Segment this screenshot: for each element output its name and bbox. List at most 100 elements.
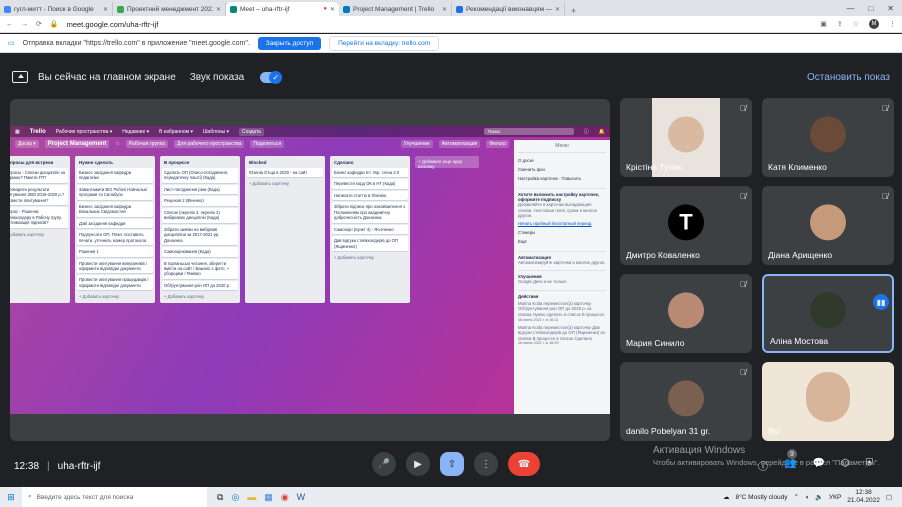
trello-card[interactable]: Самооцін (пункт 4) - Ясніченко	[332, 224, 408, 235]
add-list-button[interactable]: + Добавьте еще одну колонку	[415, 156, 479, 169]
trello-card[interactable]: Обґрунтування рон ОП до 2020 р.	[162, 280, 238, 291]
new-tab-icon[interactable]: +	[565, 6, 582, 16]
trello-card[interactable]: Вопрос - Рішення. Стейкхолдеру в Рабочу …	[10, 207, 68, 228]
file-explorer-icon[interactable]: ▬	[247, 492, 256, 503]
nav-templates[interactable]: Шаблоны ▾	[203, 129, 229, 135]
close-icon[interactable]: ✕	[330, 6, 335, 13]
windows-start-icon[interactable]: ⊞	[0, 487, 22, 507]
trello-card[interactable]: Дзві засідання кафедри	[77, 218, 153, 229]
close-icon[interactable]: ✕	[442, 6, 447, 13]
menu-change-background[interactable]: Сменить фон	[518, 165, 606, 174]
trello-card[interactable]: Вопросы - Списки дисциплін за формою? Па…	[10, 168, 68, 183]
close-window-button[interactable]: ✕	[887, 4, 894, 13]
participant-tile[interactable]: T 🎙̸ Дмитро Коваленко	[620, 186, 752, 265]
workgroup-chip[interactable]: Рабочая группа	[125, 139, 169, 148]
add-card-button[interactable]: + Добавить карточку	[77, 292, 153, 301]
more-options-button[interactable]: ⋮	[474, 452, 498, 476]
edge-icon[interactable]: ◎	[231, 492, 239, 503]
network-icon[interactable]: ◖	[805, 494, 809, 501]
mic-button[interactable]: 🎤	[372, 452, 396, 476]
nav-starred[interactable]: В избранном ▾	[159, 129, 193, 135]
trello-card[interactable]: В Іорланьські читання, зберегти вмісти н…	[162, 258, 238, 279]
taskbar-search[interactable]: ⌕ Введите здесь текст для поиска	[22, 487, 207, 507]
share-sound-toggle[interactable]	[260, 70, 283, 84]
participant-tile[interactable]: 🎙̸ Діана Арищенко	[762, 186, 894, 265]
trello-card[interactable]: Юзеніа Отща в 2020 - на сайт	[247, 168, 323, 178]
minimize-button[interactable]: —	[846, 4, 854, 13]
add-card-button[interactable]: + Добавить карточку	[10, 230, 68, 239]
trello-card[interactable]: Перевести корд ОК в НТ (Када)	[332, 179, 408, 189]
tray-expand-icon[interactable]: ⌃	[794, 493, 799, 501]
present-button[interactable]: ⇧	[440, 452, 464, 476]
browser-tab[interactable]: гугл-митт - Поиск в Google ✕	[0, 2, 113, 16]
trello-search-input[interactable]: Поиск	[483, 128, 574, 135]
reload-icon[interactable]: ⟳	[36, 20, 42, 28]
menu-stickers[interactable]: Стикеры	[518, 228, 606, 237]
chrome-icon[interactable]: ◉	[281, 492, 289, 503]
info-icon[interactable]: ⓘ	[758, 458, 768, 473]
trello-card[interactable]: Подпунсати ОП. План: поставить печати, у…	[77, 230, 153, 246]
nav-recent[interactable]: Недавние ▾	[122, 129, 149, 135]
star-icon[interactable]: ☆	[115, 141, 119, 147]
automation-button[interactable]: Автоматизация	[438, 139, 481, 148]
board-title[interactable]: Project Management	[44, 139, 110, 148]
powerups-button[interactable]: Улучшение	[400, 139, 433, 148]
trello-card[interactable]: Бізнес кафедри Іст. Укр. сгена 2.0	[332, 168, 408, 178]
list-title[interactable]: В процессе	[162, 158, 238, 168]
trello-card[interactable]: Самооцінювання (Када)	[162, 247, 238, 257]
language-indicator[interactable]: УКР	[829, 494, 841, 501]
trello-card[interactable]: Дав відгуки стейкхолдерів до ОП (Ящиненк…	[332, 236, 408, 252]
notifications-icon[interactable]: ▢	[886, 493, 892, 501]
menu-custom-fields[interactable]: Настройка карточек · Повысить	[518, 174, 606, 183]
chat-icon[interactable]: 💬	[812, 458, 824, 473]
menu-about-board[interactable]: О доске	[518, 156, 606, 165]
list-title[interactable]: Нужно сделать	[77, 158, 153, 168]
list-title[interactable]: Blocked	[247, 158, 323, 168]
list-title[interactable]: Сделано	[332, 158, 408, 168]
trello-card[interactable]: Бизнес засідання кафедри Вокальних Свідо…	[77, 201, 153, 217]
menu-activity[interactable]: Действия	[518, 289, 606, 299]
maximize-button[interactable]: □	[868, 4, 873, 13]
trello-card[interactable]: Провести опитування випускників і оформи…	[77, 258, 153, 274]
people-icon[interactable]: 👥 9	[784, 449, 797, 473]
leave-call-button[interactable]: ☎	[508, 452, 540, 476]
star-icon[interactable]: ☆	[853, 20, 859, 28]
menu-more[interactable]: Ещё	[518, 237, 606, 246]
browser-tab[interactable]: Проектний менеджмент 2021-2...✕	[113, 2, 226, 16]
list-title[interactable]: Вопросы для встречи	[10, 158, 68, 168]
trello-card[interactable]: Завантажити ВСІ Робочі Навчальні програм…	[77, 184, 153, 200]
nav-workspaces[interactable]: Рабочие пространства ▾	[56, 129, 113, 135]
trello-card[interactable]: Зібрати підписи про ознайомлення з Полож…	[332, 202, 408, 223]
participant-tile[interactable]: 🎙̸ Катя Клименко	[762, 98, 894, 177]
trello-card[interactable]: Бизнес засідання кафедри педагогіки	[77, 168, 153, 183]
trello-card[interactable]: Рішення 1	[77, 247, 153, 257]
taskbar-clock[interactable]: 12:38 21.04.2022	[847, 489, 880, 505]
store-icon[interactable]: ▦	[264, 492, 273, 503]
switch-tab-button[interactable]: Перейти на вкладку: trello.com	[329, 35, 440, 51]
info-icon[interactable]: ⓘ	[584, 128, 589, 135]
trello-card[interactable]: Написати статтю в Юзенію	[332, 190, 408, 201]
trello-card[interactable]: Лист-погодження ріни (Када)	[162, 184, 238, 195]
close-icon[interactable]: ✕	[103, 6, 108, 13]
menu-automation[interactable]: Автоматизация	[518, 250, 606, 260]
bell-icon[interactable]: 🔔	[599, 129, 605, 135]
trello-card[interactable]: Зібрати заявки на вибіркові дисципліни з…	[162, 224, 238, 246]
participant-tile[interactable]: 🎙̸ Мария Синило	[620, 274, 752, 353]
back-icon[interactable]: ←	[6, 21, 13, 28]
participant-tile[interactable]: 🎙̸ Крістіна Тупик	[620, 98, 752, 177]
apps-grid-icon[interactable]: ▦	[15, 129, 20, 135]
stop-presenting-button[interactable]: Остановить показ	[807, 72, 890, 83]
share-board-button[interactable]: Поделиться	[250, 139, 285, 148]
forward-icon[interactable]: →	[21, 21, 28, 28]
trello-card[interactable]: Сделать ОП (Описо-погодження, передаточн…	[162, 168, 238, 183]
trello-card[interactable]: Список (перелік 3. перелік 2) вибіркових…	[162, 207, 238, 223]
trello-card[interactable]: Рецензія 2 (Фіненко)	[162, 196, 238, 206]
trello-card[interactable]: Провести опитування працедавців і оформи…	[77, 275, 153, 291]
trello-logo[interactable]: Trello	[30, 129, 46, 135]
camera-icon[interactable]: ▣	[820, 20, 827, 28]
free-trial-link[interactable]: Начать пробный бесплатный период	[518, 219, 606, 228]
share-icon[interactable]: ⇪	[837, 20, 843, 28]
volume-icon[interactable]: 🔈	[815, 493, 823, 501]
activities-icon[interactable]: ⬡	[841, 458, 850, 473]
weather-text[interactable]: 8°C Mostly cloudy	[735, 494, 787, 501]
